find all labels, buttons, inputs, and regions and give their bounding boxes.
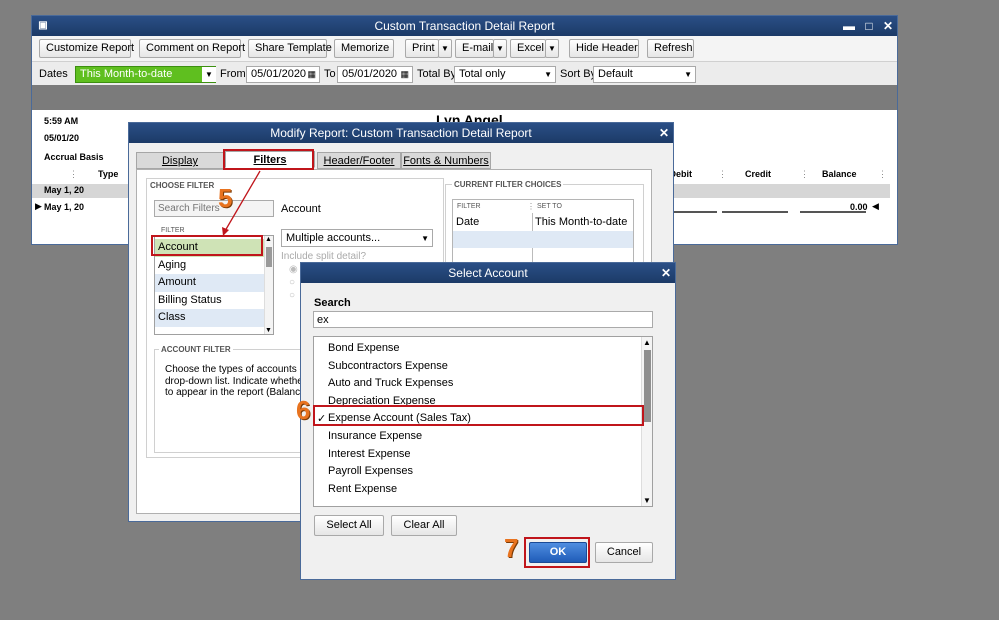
annotation-arrow <box>222 170 261 236</box>
step-7-marker: 7 <box>504 533 519 563</box>
step-6-marker: 6 <box>296 395 311 425</box>
step-5-marker: 5 <box>218 183 233 213</box>
